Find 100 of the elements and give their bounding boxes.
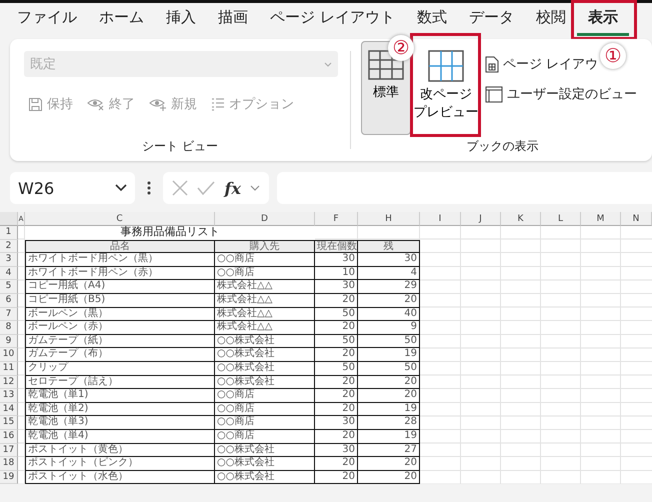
table-cell: ホワイトボード用ペン（赤） (25, 266, 215, 280)
table-cell: 20 (315, 389, 358, 403)
table-cell: 30 (315, 416, 358, 430)
column-header[interactable]: F (315, 212, 358, 226)
table-cell: 20 (315, 348, 358, 362)
table-cell: ○○商店 (215, 389, 315, 403)
ribbon-tab[interactable]: 校閲 (524, 4, 577, 36)
chevron-down-icon (324, 62, 332, 66)
ribbon-tab[interactable]: ページ レイアウト (259, 4, 406, 36)
table-cell: ポストイット（ピンク） (25, 457, 215, 471)
column-header[interactable]: C (25, 212, 215, 226)
ribbon-tab[interactable]: 表示 (576, 4, 629, 36)
select-all-corner[interactable] (0, 212, 18, 226)
save-icon (28, 96, 43, 112)
ribbon-tab[interactable]: 描画 (207, 4, 259, 36)
table-cell: ガムテープ（紙） (25, 334, 215, 348)
row-header[interactable]: 19 (0, 470, 18, 484)
row-header[interactable]: 17 (0, 444, 18, 458)
column-header[interactable]: M (581, 212, 621, 226)
row-header[interactable]: 11 (0, 362, 18, 376)
row-header[interactable]: 3 (0, 253, 18, 267)
table-cell: ○○株式会社 (215, 444, 315, 458)
row-header[interactable]: 5 (0, 280, 18, 294)
insert-function-button[interactable]: fx (224, 178, 241, 198)
check-icon[interactable] (197, 181, 216, 195)
row-header[interactable]: 4 (0, 266, 18, 280)
table-header-cell: 購入先 (215, 240, 315, 254)
table-cell: 30 (315, 444, 358, 458)
table-cell: 株式会社△△ (215, 294, 315, 308)
row-header[interactable]: 15 (0, 416, 18, 430)
table-cell: 20 (315, 457, 358, 471)
column-header[interactable]: H (358, 212, 420, 226)
table-cell: 乾電池（単1) (25, 389, 215, 403)
chevron-down-icon[interactable] (250, 185, 260, 191)
view-button[interactable]: ユーザー設定のビュー (485, 85, 637, 103)
table-cell: 20 (358, 294, 420, 308)
row-header[interactable]: 2 (0, 240, 18, 254)
table-cell: 19 (358, 402, 420, 416)
row-header[interactable]: 10 (0, 348, 18, 362)
view-button[interactable]: 改ページ プレビュー (414, 41, 478, 135)
window-icon (485, 86, 503, 102)
table-cell: ○○株式会社 (215, 376, 315, 390)
page-icon (485, 56, 499, 72)
column-header[interactable]: J (461, 212, 501, 226)
sheet-title: 事務用品備品リスト (120, 225, 220, 238)
table-cell: コピー用紙（A4) (25, 280, 215, 294)
table-cell: 50 (315, 308, 358, 322)
table-cell: ポストイット（水色） (25, 470, 215, 484)
table-cell: 乾電池（単3) (25, 416, 215, 430)
row-header[interactable]: 14 (0, 402, 18, 416)
table-cell: ○○株式会社 (215, 334, 315, 348)
ribbon-tab[interactable]: データ (458, 4, 525, 36)
row-header[interactable]: 12 (0, 376, 18, 390)
table-cell: ○○株式会社 (215, 348, 315, 362)
column-header[interactable]: L (541, 212, 581, 226)
column-header[interactable]: I (420, 212, 461, 226)
ribbon-tab[interactable]: ホーム (88, 4, 155, 36)
table-cell: ○○商店 (215, 253, 315, 267)
table-cell: 株式会社△△ (215, 280, 315, 294)
row-header[interactable]: 7 (0, 308, 18, 322)
table-header-cell: 残 (358, 240, 420, 254)
eye-cross-icon (87, 97, 105, 111)
cancel-icon[interactable] (172, 180, 188, 196)
table-cell: 30 (358, 253, 420, 267)
column-header[interactable]: K (501, 212, 541, 226)
table-cell: 株式会社△△ (215, 308, 315, 322)
table-cell: コピー用紙（B5) (25, 294, 215, 308)
table-cell: 50 (358, 334, 420, 348)
name-box[interactable]: W26 (10, 172, 135, 204)
row-header[interactable]: 13 (0, 389, 18, 403)
group-label: ブックの表示 (466, 138, 538, 155)
table-cell: ガムテープ（布） (25, 348, 215, 362)
ribbon-tab[interactable]: ファイル (6, 4, 88, 36)
more-icon[interactable] (147, 181, 151, 195)
table-cell: ○○株式会社 (215, 362, 315, 376)
column-header[interactable]: N (621, 212, 652, 226)
table-cell: 20 (358, 376, 420, 390)
table-cell: 20 (315, 321, 358, 335)
table-cell: 乾電池（単2) (25, 402, 215, 416)
table-cell: 20 (315, 376, 358, 390)
table-cell: 27 (358, 444, 420, 458)
table-cell: クリップ (25, 362, 215, 376)
table-header-cell: 現在個数 (315, 240, 358, 254)
table-cell: 株式会社△△ (215, 321, 315, 335)
ribbon-tab[interactable]: 挿入 (155, 4, 207, 36)
row-header[interactable]: 6 (0, 294, 18, 308)
table-cell: ○○株式会社 (215, 470, 315, 484)
row-header[interactable]: 9 (0, 334, 18, 348)
row-header[interactable]: 18 (0, 457, 18, 471)
row-header[interactable]: 16 (0, 430, 18, 444)
column-header[interactable]: D (215, 212, 315, 226)
ribbon-tab[interactable]: 数式 (406, 4, 458, 36)
table-cell: 20 (315, 294, 358, 308)
row-header[interactable]: 8 (0, 321, 18, 335)
table-cell: 20 (315, 470, 358, 484)
table-cell: 9 (358, 321, 420, 335)
table-cell: 20 (358, 457, 420, 471)
table-cell: 20 (358, 389, 420, 403)
table-cell: 28 (358, 416, 420, 430)
row-header[interactable]: 1 (0, 226, 18, 240)
